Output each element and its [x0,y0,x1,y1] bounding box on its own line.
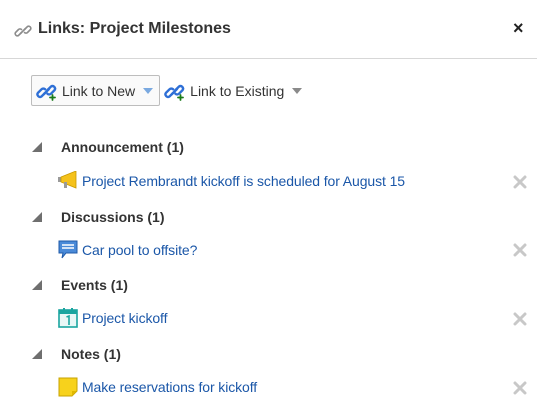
item-link[interactable]: Project kickoff [82,310,167,326]
link-to-existing-label: Link to Existing [190,82,285,99]
calendar-icon [58,308,78,328]
group-header-announcement[interactable]: Announcement (1) [32,137,184,157]
group-header-notes[interactable]: Notes (1) [32,344,121,364]
remove-icon[interactable] [513,243,527,257]
list-item-discussion[interactable]: Car pool to offsite? [58,239,197,261]
link-to-existing-button[interactable]: Link to Existing [160,75,308,106]
remove-icon[interactable] [513,312,527,326]
item-link[interactable]: Car pool to offsite? [82,242,197,258]
panel-title: Links: Project Milestones [38,20,231,37]
link-to-new-label: Link to New [62,82,136,99]
chain-link-icon [14,25,32,37]
note-icon [58,377,78,397]
link-to-new-button[interactable]: Link to New [31,75,161,106]
group-title: Discussions (1) [61,209,165,225]
chevron-down-icon[interactable] [292,87,303,94]
collapse-triangle-icon[interactable] [32,142,42,152]
collapse-triangle-icon[interactable] [32,349,42,359]
group-title: Events (1) [61,277,128,293]
item-link[interactable]: Make reservations for kickoff [82,379,257,395]
collapse-triangle-icon[interactable] [32,280,42,290]
panel-header: Links: Project Milestones × [0,0,537,59]
group-title: Announcement (1) [61,139,184,155]
chevron-down-icon[interactable] [143,87,154,94]
links-panel: Links: Project Milestones × Link to New [0,0,537,420]
collapse-triangle-icon[interactable] [32,212,42,222]
close-icon[interactable]: × [513,19,524,37]
remove-icon[interactable] [513,381,527,395]
add-link-icon [164,84,185,101]
group-title: Notes (1) [61,346,121,362]
list-item-event[interactable]: Project kickoff [58,307,167,329]
group-header-discussions[interactable]: Discussions (1) [32,207,164,227]
group-header-events[interactable]: Events (1) [32,275,128,295]
megaphone-icon [58,171,77,189]
list-item-announcement[interactable]: Project Rembrandt kickoff is scheduled f… [58,170,405,192]
remove-icon[interactable] [513,175,527,189]
speech-bubble-icon [58,240,78,259]
add-link-icon [36,84,57,101]
item-link[interactable]: Project Rembrandt kickoff is scheduled f… [82,173,405,189]
list-item-note[interactable]: Make reservations for kickoff [58,376,257,398]
link-toolbar: Link to New Link to Existing [31,74,308,107]
